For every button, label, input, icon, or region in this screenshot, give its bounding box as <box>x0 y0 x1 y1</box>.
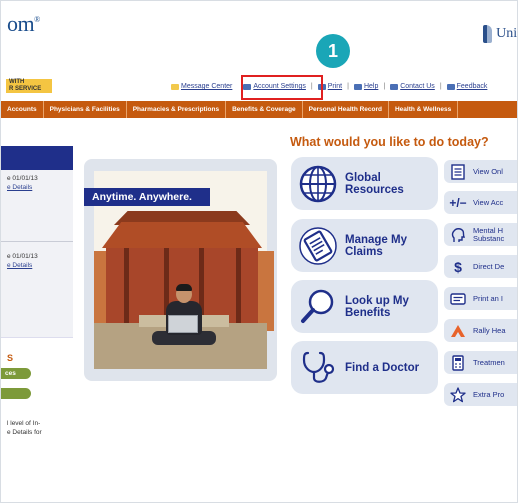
left-panel-divider <box>1 241 73 242</box>
claim-details-link[interactable]: e Details <box>7 261 38 270</box>
rally-logo-icon <box>449 322 467 340</box>
lookup-benefits-tile[interactable]: Look up My Benefits <box>291 280 438 333</box>
claim-date: e 01/01/13 <box>7 253 38 260</box>
link-separator: | <box>347 83 349 90</box>
task-question-heading: What would you like to do today? <box>290 135 489 149</box>
browser-page: om® Unit WITH R SERVICE 1 Message Center… <box>0 0 518 503</box>
id-card-icon <box>449 290 467 308</box>
nav-benefits-coverage[interactable]: Benefits & Coverage <box>226 101 303 118</box>
contact-icon <box>390 83 399 90</box>
find-doctor-tile[interactable]: Find a Doctor <box>291 341 438 394</box>
site-logo[interactable]: om® <box>7 11 40 37</box>
badge-line-2: R SERVICE <box>9 86 42 92</box>
badge-line-1: WITH <box>9 79 25 85</box>
side-item-label: Direct De <box>473 261 505 271</box>
help-icon <box>353 83 362 90</box>
head-icon <box>449 226 467 244</box>
secondary-pill-button[interactable] <box>1 388 31 399</box>
mental-health-item[interactable]: Mental H Substanc <box>444 223 517 246</box>
temple-column <box>124 248 129 323</box>
step-number-badge: 1 <box>316 34 350 68</box>
tile-label: Manage My Claims <box>345 233 407 258</box>
dollar-icon: $ <box>454 258 462 275</box>
customer-service-badge[interactable]: WITH R SERVICE <box>6 79 52 93</box>
nav-accounts[interactable]: Accounts <box>1 101 44 118</box>
side-item-label: Treatmen <box>473 357 505 367</box>
nav-health-wellness[interactable]: Health & Wellness <box>389 101 459 118</box>
temple-roof <box>102 222 262 248</box>
global-resources-tile[interactable]: Global Resources <box>291 157 438 210</box>
claim-entry-2: e 01/01/13 e Details <box>7 252 38 270</box>
manage-claims-tile[interactable]: Manage My Claims <box>291 219 438 272</box>
globe-icon <box>299 165 337 202</box>
link-separator: | <box>383 83 386 90</box>
nav-physicians-facilities[interactable]: Physicians & Facilities <box>44 101 127 118</box>
left-panel-header <box>1 146 73 170</box>
stethoscope-icon <box>302 351 335 383</box>
temple-column <box>236 248 241 323</box>
plus-minus-icon: +/− <box>449 195 467 210</box>
star-icon <box>449 386 467 404</box>
treatment-cost-item[interactable]: Treatmen <box>444 351 517 374</box>
direct-deposit-item[interactable]: $ Direct De <box>444 255 517 278</box>
brand-mark-icon <box>483 25 493 43</box>
section-heading: S <box>7 353 14 363</box>
side-item-label: Extra Pro <box>473 389 505 399</box>
side-item-label: Print an I <box>473 293 504 303</box>
list-document-icon <box>449 163 467 181</box>
magnifier-icon <box>301 289 334 323</box>
extra-programs-item[interactable]: Extra Pro <box>444 383 517 406</box>
calculator-icon <box>449 354 467 372</box>
side-item-label: Mental H Substanc <box>473 225 505 243</box>
deductible-note: l level of In- e Details for <box>7 420 42 436</box>
hero-image-panel: Anytime. Anywhere. <box>84 159 277 381</box>
feedback-link[interactable]: Feedback <box>446 83 487 90</box>
services-pill-button[interactable]: ces <box>1 368 31 379</box>
message-center-link[interactable]: Message Center <box>171 83 232 90</box>
envelope-icon <box>171 83 179 90</box>
view-online-item[interactable]: View Onl <box>444 160 517 183</box>
left-panel: e 01/01/13 e Details e 01/01/13 e Detail… <box>1 170 73 338</box>
view-account-item[interactable]: +/− View Acc <box>444 191 517 214</box>
print-id-card-item[interactable]: Print an I <box>444 287 517 310</box>
rally-health-item[interactable]: Rally Hea <box>444 319 517 342</box>
side-item-label: View Acc <box>473 197 504 207</box>
claim-details-link[interactable]: e Details <box>7 183 38 192</box>
feedback-icon <box>446 83 455 90</box>
brand-logo: Unit <box>483 25 518 43</box>
utility-links: Message Center Account Settings | Print … <box>171 83 487 90</box>
tile-label: Global Resources <box>345 171 404 196</box>
claims-document-icon <box>299 226 337 265</box>
hero-banner-text: Anytime. Anywhere. <box>84 188 210 206</box>
side-item-label: View Onl <box>473 166 503 176</box>
claim-date: e 01/01/13 <box>7 175 38 182</box>
nav-pharmacies-prescriptions[interactable]: Pharmacies & Prescriptions <box>127 101 227 118</box>
nav-personal-health-record[interactable]: Personal Health Record <box>303 101 389 118</box>
account-settings-highlight <box>241 75 323 100</box>
tile-label: Look up My Benefits <box>345 294 409 319</box>
side-item-label: Rally Hea <box>473 325 506 335</box>
tile-label: Find a Doctor <box>345 361 420 374</box>
main-navigation: Accounts Physicians & Facilities Pharmac… <box>1 101 517 118</box>
brand-name: Unit <box>496 26 518 41</box>
person-hair <box>176 284 192 291</box>
help-link[interactable]: Help <box>353 83 378 90</box>
claim-entry-1: e 01/01/13 e Details <box>7 174 38 192</box>
laptop <box>168 315 198 333</box>
link-separator: | <box>439 83 442 90</box>
contact-us-link[interactable]: Contact Us <box>390 83 435 90</box>
